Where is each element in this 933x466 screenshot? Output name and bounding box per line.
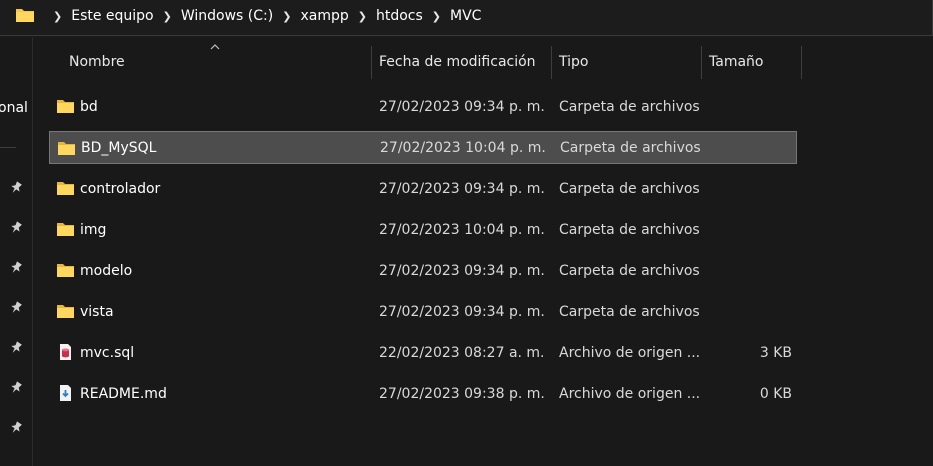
folder-icon: [16, 9, 34, 22]
file-size: 0 KB: [759, 385, 792, 402]
list-item[interactable]: vista 27/02/2023 09:34 p. m. Carpeta de …: [49, 295, 797, 328]
file-date: 27/02/2023 09:34 p. m.: [379, 180, 545, 197]
file-type: Carpeta de archivos: [560, 139, 701, 156]
list-item[interactable]: img 27/02/2023 10:04 p. m. Carpeta de ar…: [49, 213, 797, 246]
file-date: 27/02/2023 09:34 p. m.: [379, 262, 545, 279]
folder-icon: [58, 142, 75, 155]
file-size: 3 KB: [759, 344, 792, 361]
folder-icon: [57, 100, 74, 113]
file-date: 27/02/2023 09:34 p. m.: [379, 98, 545, 115]
file-type: Archivo de origen ...: [559, 344, 701, 361]
file-name: controlador: [80, 180, 161, 197]
chevron-right-icon[interactable]: ❯: [432, 10, 441, 23]
file-date: 27/02/2023 09:38 p. m.: [379, 385, 545, 402]
file-date: 27/02/2023 09:34 p. m.: [379, 303, 545, 320]
file-date: 22/02/2023 08:27 a. m.: [379, 344, 545, 361]
pin-icon: [11, 261, 22, 273]
file-type: Archivo de origen ...: [559, 385, 701, 402]
file-name: BD_MySQL: [81, 139, 157, 156]
list-item[interactable]: modelo 27/02/2023 09:34 p. m. Carpeta de…: [49, 254, 797, 287]
list-item[interactable]: controlador 27/02/2023 09:34 p. m. Carpe…: [49, 172, 797, 205]
divider: [0, 147, 16, 148]
file-type: Carpeta de archivos: [559, 262, 700, 279]
breadcrumb-item[interactable]: Windows (C:): [181, 8, 273, 24]
file-type: Carpeta de archivos: [559, 180, 700, 197]
pin-icon: [11, 221, 22, 233]
file-name: README.md: [80, 385, 167, 402]
pin-icon: [11, 341, 22, 353]
file-name: mvc.sql: [80, 344, 135, 361]
column-header-size[interactable]: Tamaño: [709, 44, 763, 80]
list-item[interactable]: BD_MySQL 27/02/2023 10:04 p. m. Carpeta …: [49, 131, 797, 164]
chevron-right-icon[interactable]: ❯: [53, 10, 62, 23]
breadcrumb-item[interactable]: Este equipo: [71, 8, 153, 24]
address-bar[interactable]: ❯ Este equipo ❯ Windows (C:) ❯ xampp ❯ h…: [0, 0, 933, 36]
folder-icon: [57, 305, 74, 318]
column-resize-handle[interactable]: [551, 46, 552, 79]
markdown-file-icon: [60, 385, 71, 401]
file-date: 27/02/2023 10:04 p. m.: [380, 139, 546, 156]
pin-icon: [11, 421, 22, 433]
pin-icon: [11, 301, 22, 313]
nav-item-label[interactable]: onal: [0, 100, 28, 116]
file-name: img: [80, 221, 107, 238]
file-name: bd: [80, 98, 98, 115]
breadcrumb-item[interactable]: xampp: [300, 8, 348, 24]
chevron-right-icon[interactable]: ❯: [282, 10, 291, 23]
column-resize-handle[interactable]: [801, 46, 802, 79]
pin-icon: [11, 181, 22, 193]
column-header-type[interactable]: Tipo: [559, 44, 588, 80]
list-item[interactable]: README.md 27/02/2023 09:38 p. m. Archivo…: [49, 377, 797, 410]
file-name: modelo: [80, 262, 133, 279]
divider: [32, 37, 33, 466]
file-name: vista: [80, 303, 114, 320]
chevron-right-icon[interactable]: ❯: [358, 10, 367, 23]
file-type: Carpeta de archivos: [559, 221, 700, 238]
sort-ascending-icon: [210, 44, 220, 50]
sql-file-icon: [60, 344, 71, 360]
list-item[interactable]: bd 27/02/2023 09:34 p. m. Carpeta de arc…: [49, 90, 797, 123]
pin-icon: [11, 381, 22, 393]
column-header-date[interactable]: Fecha de modificación: [379, 44, 536, 80]
file-type: Carpeta de archivos: [559, 303, 700, 320]
folder-icon: [57, 182, 74, 195]
breadcrumb: ❯ Este equipo ❯ Windows (C:) ❯ xampp ❯ h…: [44, 0, 481, 32]
column-header-name[interactable]: Nombre: [69, 44, 125, 80]
folder-icon: [57, 223, 74, 236]
file-type: Carpeta de archivos: [559, 98, 700, 115]
column-resize-handle[interactable]: [371, 46, 372, 79]
folder-icon: [57, 264, 74, 277]
breadcrumb-item[interactable]: MVC: [450, 8, 481, 24]
chevron-right-icon[interactable]: ❯: [163, 10, 172, 23]
list-item[interactable]: mvc.sql 22/02/2023 08:27 a. m. Archivo d…: [49, 336, 797, 369]
column-resize-handle[interactable]: [701, 46, 702, 79]
navigation-pane: onal: [0, 37, 33, 466]
file-date: 27/02/2023 10:04 p. m.: [379, 221, 545, 238]
breadcrumb-item[interactable]: htdocs: [376, 8, 423, 24]
